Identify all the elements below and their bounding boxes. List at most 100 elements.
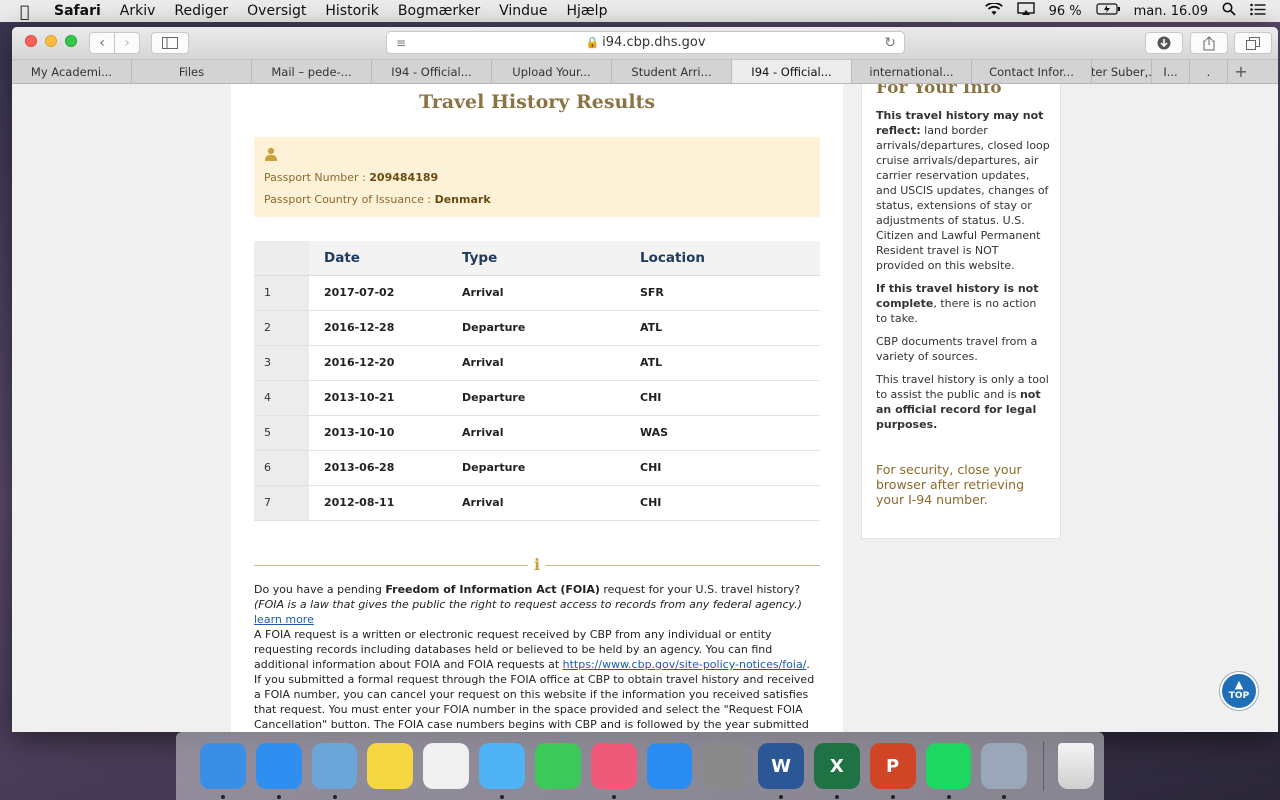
menu-rediger[interactable]: Rediger xyxy=(174,3,228,19)
table-row: 3 2016-12-20 Arrival ATL xyxy=(254,345,820,381)
type-header[interactable]: Type xyxy=(462,241,640,276)
row-type: Departure xyxy=(462,450,640,486)
row-index: 1 xyxy=(254,275,309,311)
tabs-icon xyxy=(1246,36,1260,50)
safari-window: ‹ › ≡ 🔒 i94.cbp.dhs.gov ↻ My Academi... … xyxy=(12,27,1278,732)
back-to-top-button[interactable]: ▲ TOP xyxy=(1220,672,1258,710)
row-type: Arrival xyxy=(462,415,640,451)
lock-icon: 🔒 xyxy=(585,36,600,49)
reload-icon[interactable]: ↻ xyxy=(884,35,896,51)
browser-toolbar: ‹ › ≡ 🔒 i94.cbp.dhs.gov ↻ xyxy=(12,27,1278,60)
forward-button[interactable]: › xyxy=(114,32,140,54)
spotlight-search-icon[interactable] xyxy=(1222,2,1236,20)
row-date: 2016-12-28 xyxy=(309,310,462,346)
tab-item[interactable]: Mail – pede-... xyxy=(252,60,372,83)
menu-bogmaerker[interactable]: Bogmærker xyxy=(398,3,480,19)
menu-arkiv[interactable]: Arkiv xyxy=(120,3,156,19)
row-location: SFR xyxy=(640,275,820,311)
foia-question-post: request for your U.S. travel history? xyxy=(599,583,801,596)
row-type: Arrival xyxy=(462,345,640,381)
row-location: CHI xyxy=(640,485,820,521)
system-preferences-icon[interactable] xyxy=(702,743,749,789)
row-index: 7 xyxy=(254,485,309,521)
menu-app-name[interactable]: Safari xyxy=(54,3,101,19)
finder-icon[interactable] xyxy=(200,743,246,799)
wifi-icon[interactable] xyxy=(984,1,1003,20)
share-button[interactable] xyxy=(1190,32,1228,54)
row-date: 2013-10-21 xyxy=(309,380,462,416)
table-header-row: Date Type Location xyxy=(254,241,820,276)
close-window-button[interactable] xyxy=(25,35,37,47)
date-header[interactable]: Date xyxy=(309,241,462,276)
row-date: 2016-12-20 xyxy=(309,345,462,381)
location-header[interactable]: Location xyxy=(640,241,820,276)
preview-icon[interactable] xyxy=(981,743,1028,799)
dock: W X P xyxy=(176,732,1104,800)
page-title: Travel History Results xyxy=(418,91,656,113)
facetime-icon[interactable] xyxy=(534,743,581,789)
airplay-icon[interactable] xyxy=(1016,2,1035,20)
clock[interactable]: man. 16.09 xyxy=(1134,4,1208,19)
powerpoint-icon[interactable]: P xyxy=(869,743,916,799)
row-type: Arrival xyxy=(462,485,640,521)
new-tab-button[interactable]: + xyxy=(1228,60,1254,83)
excel-icon[interactable]: X xyxy=(813,743,860,799)
tab-item[interactable]: Files xyxy=(132,60,252,83)
minimize-window-button[interactable] xyxy=(45,35,57,47)
photos-icon[interactable] xyxy=(423,743,470,789)
app-store-icon[interactable] xyxy=(646,743,693,789)
safari-icon[interactable] xyxy=(255,743,302,799)
downloads-button[interactable] xyxy=(1145,32,1183,54)
row-location: WAS xyxy=(640,415,820,451)
apple-menu-icon[interactable]:  xyxy=(20,2,38,21)
menu-vindue[interactable]: Vindue xyxy=(499,3,547,19)
tab-item[interactable]: I... xyxy=(1152,60,1190,83)
itunes-icon[interactable] xyxy=(590,743,637,799)
foia-question-bold: Freedom of Information Act (FOIA) xyxy=(385,583,600,596)
page-viewport: Travel History Results Passport Number :… xyxy=(12,84,1278,732)
trash-icon[interactable] xyxy=(1058,743,1095,789)
main-content: Travel History Results Passport Number :… xyxy=(231,84,843,732)
sidebar-paragraph: CBP documents travel from a variety of s… xyxy=(876,335,1038,363)
passport-number-label: Passport Number : xyxy=(264,171,370,184)
tab-item[interactable]: . xyxy=(1190,60,1228,83)
notes-icon[interactable] xyxy=(367,743,414,789)
url-text: i94.cbp.dhs.gov xyxy=(602,35,706,50)
learn-more-link[interactable]: learn more xyxy=(254,613,314,626)
address-bar[interactable]: ≡ 🔒 i94.cbp.dhs.gov ↻ xyxy=(386,31,905,54)
back-button[interactable]: ‹ xyxy=(89,32,115,54)
menu-hjaelp[interactable]: Hjælp xyxy=(567,3,608,19)
tab-item[interactable]: Student Arri... xyxy=(612,60,732,83)
word-icon[interactable]: W xyxy=(758,743,804,799)
row-date: 2013-10-10 xyxy=(309,415,462,451)
sidebar-icon xyxy=(162,37,178,49)
battery-icon[interactable] xyxy=(1096,3,1120,19)
messages-icon[interactable] xyxy=(479,743,525,799)
menu-oversigt[interactable]: Oversigt xyxy=(247,3,306,19)
reader-view-icon[interactable]: ≡ xyxy=(396,36,406,50)
table-row: 2 2016-12-28 Departure ATL xyxy=(254,310,820,346)
row-location: ATL xyxy=(640,345,820,381)
tab-item[interactable]: international... xyxy=(852,60,972,83)
battery-percent[interactable]: 96 % xyxy=(1049,4,1082,19)
fullscreen-window-button[interactable] xyxy=(65,35,77,47)
row-location: ATL xyxy=(640,310,820,346)
foia-link[interactable]: https://www.cbp.gov/site-policy-notices/… xyxy=(563,658,807,671)
notification-center-icon[interactable] xyxy=(1250,3,1266,20)
tab-item[interactable]: My Academi... xyxy=(12,60,132,83)
spotify-icon[interactable] xyxy=(925,743,972,799)
sidebar-toggle-button[interactable] xyxy=(151,32,189,54)
tab-item[interactable]: eter Suber,... xyxy=(1092,60,1152,83)
row-index: 3 xyxy=(254,345,309,381)
tab-item-active[interactable]: I94 - Official... xyxy=(732,60,852,83)
tab-overview-button[interactable] xyxy=(1234,32,1272,54)
menu-historik[interactable]: Historik xyxy=(325,3,379,19)
tab-item[interactable]: Upload Your... xyxy=(492,60,612,83)
row-date: 2012-08-11 xyxy=(309,485,462,521)
excel-letter: X xyxy=(829,755,844,777)
tab-item[interactable]: I94 - Official... xyxy=(372,60,492,83)
tab-item[interactable]: Contact Infor... xyxy=(972,60,1092,83)
table-row: 5 2013-10-10 Arrival WAS xyxy=(254,415,820,451)
mail-icon[interactable] xyxy=(311,743,358,799)
row-type: Departure xyxy=(462,380,640,416)
